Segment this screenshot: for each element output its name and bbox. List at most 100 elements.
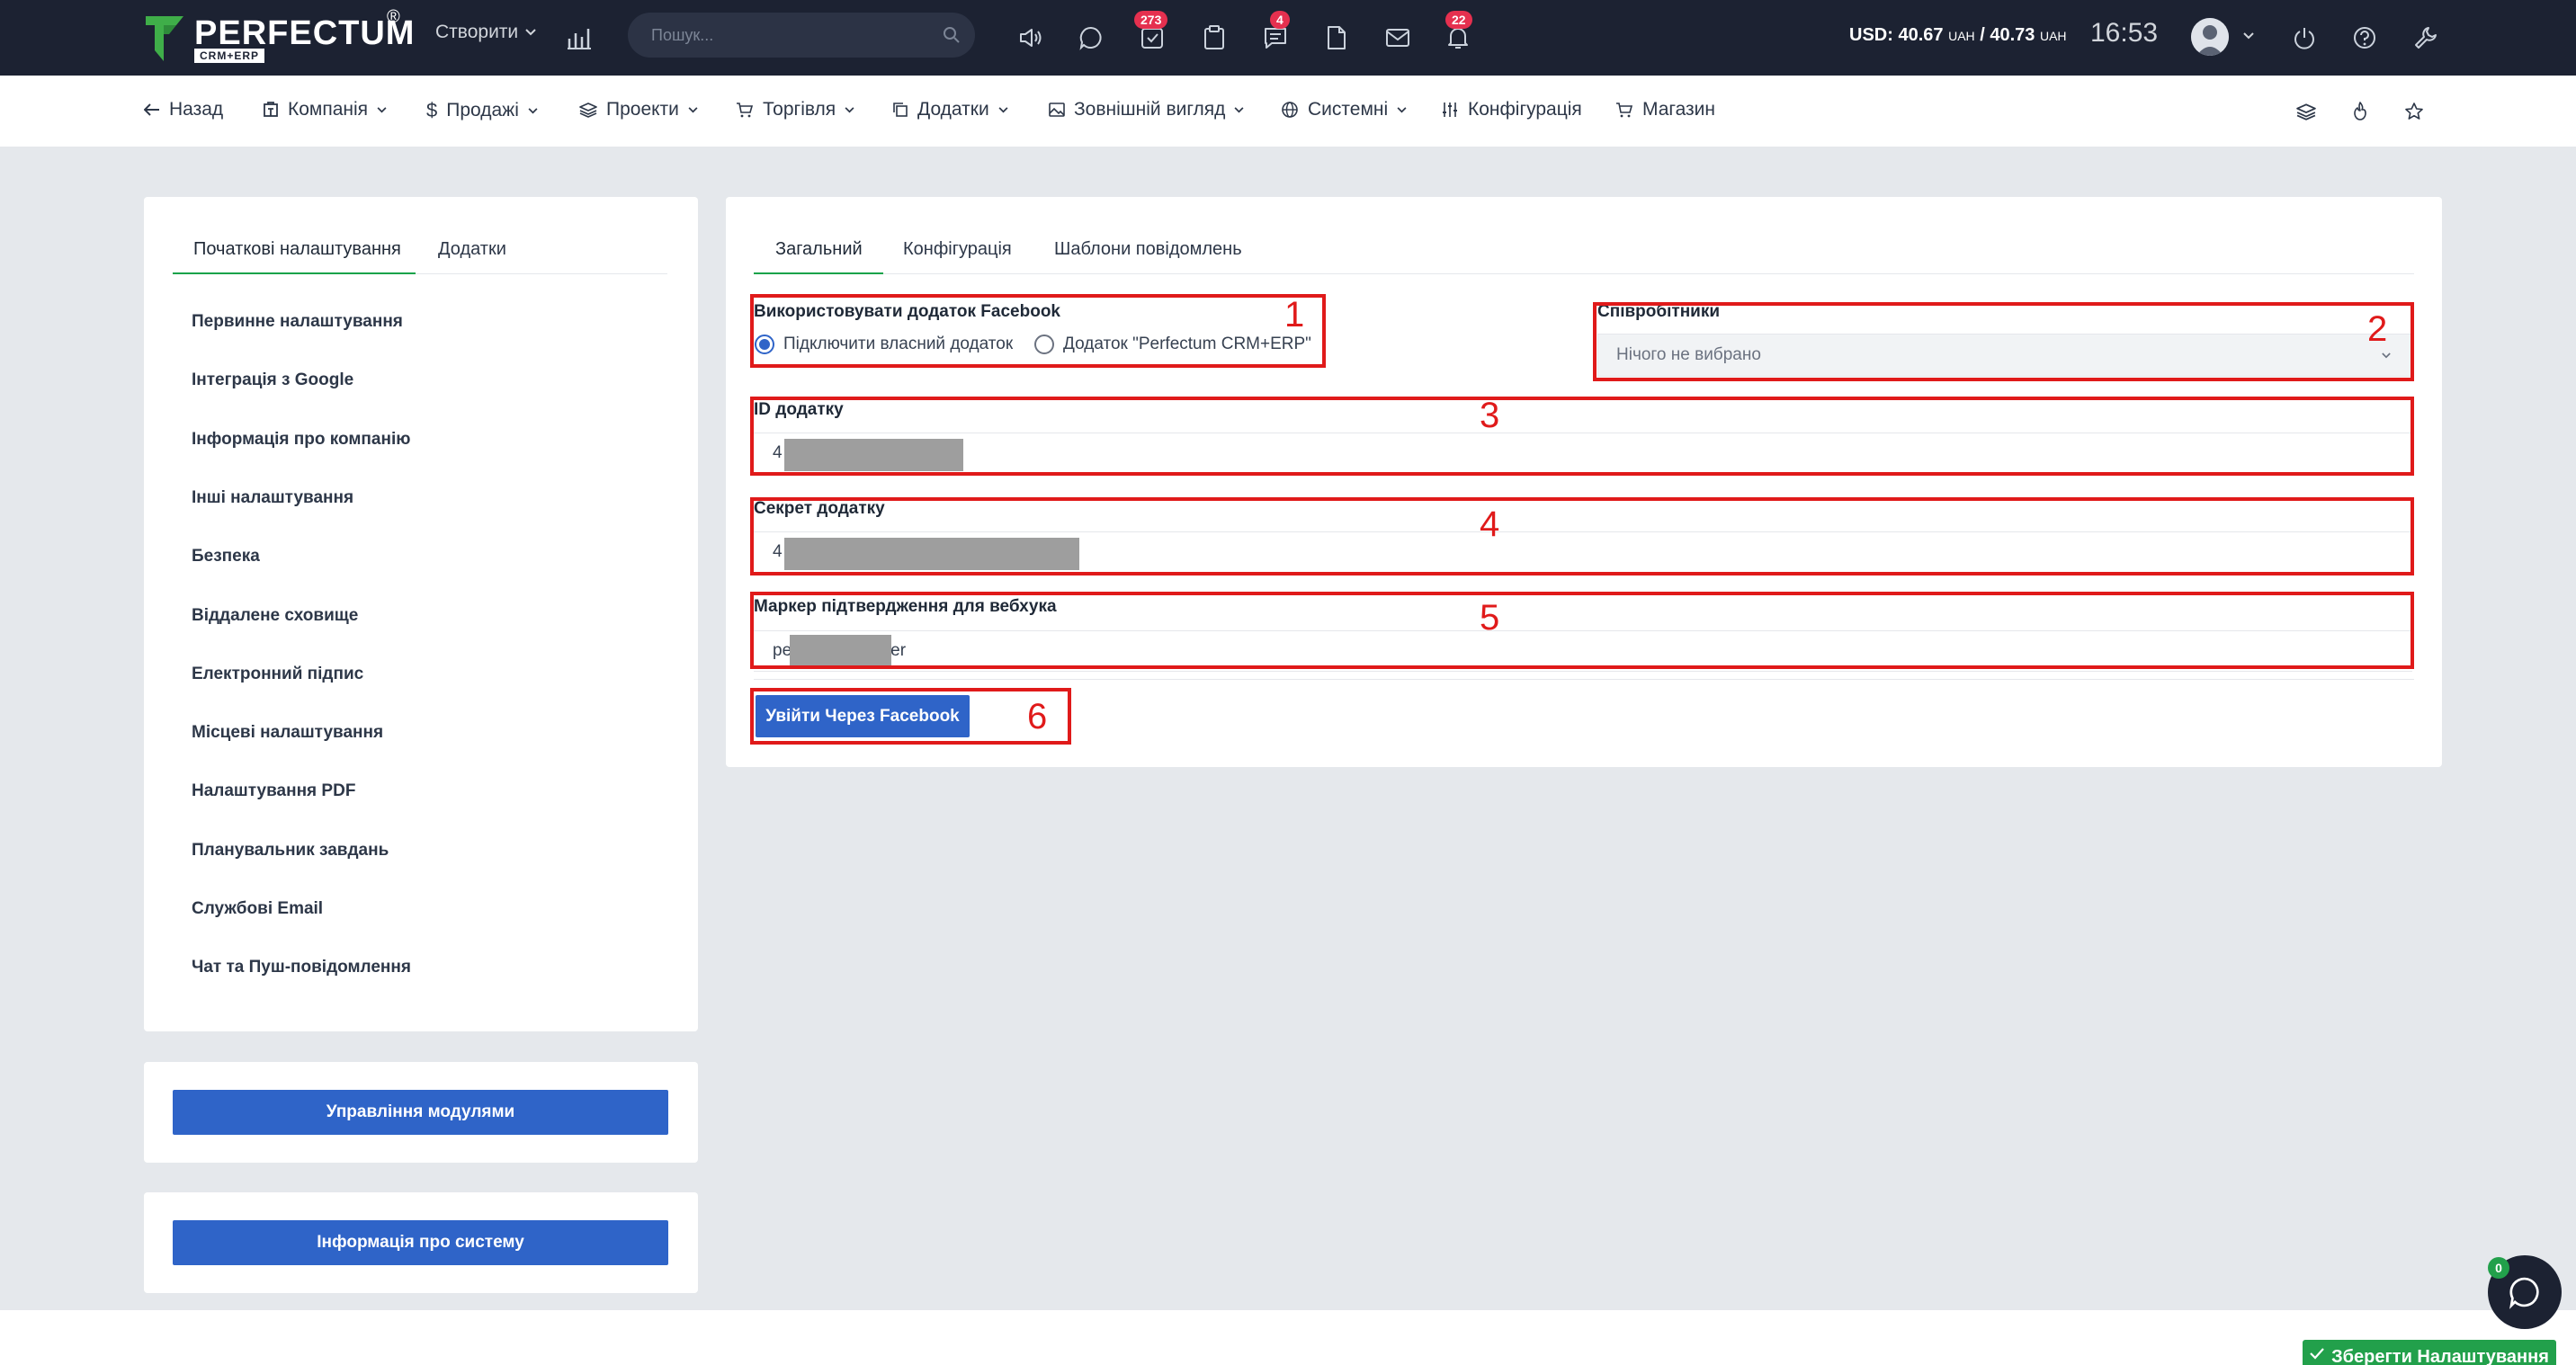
clipboard-icon[interactable] bbox=[1196, 20, 1232, 56]
chevron-down-icon bbox=[688, 106, 698, 112]
nav-system[interactable]: Системні bbox=[1281, 99, 1407, 120]
secondary-nav: Назад Компанія $ Продажі Проекти Торгівл… bbox=[0, 76, 2576, 147]
search-box[interactable] bbox=[628, 13, 975, 58]
avatar[interactable] bbox=[2191, 18, 2229, 56]
dollar-icon: $ bbox=[426, 99, 438, 121]
nav-config-label: Конфігурація bbox=[1468, 99, 1582, 120]
bottom-bar bbox=[0, 1309, 2576, 1365]
chat-icon[interactable] bbox=[1073, 20, 1109, 56]
tab-configuration[interactable]: Конфігурація bbox=[903, 239, 1012, 260]
sidebar-item-e-signature[interactable]: Електронний підпис bbox=[192, 665, 363, 684]
bell-icon[interactable]: 22 bbox=[1440, 11, 1476, 56]
check-icon bbox=[2310, 1348, 2324, 1360]
chat-badge: 0 bbox=[2488, 1257, 2509, 1279]
annotation-number-3: 3 bbox=[1480, 396, 1500, 435]
active-tab-indicator bbox=[754, 272, 883, 274]
sidebar-item-google[interactable]: Інтеграція з Google bbox=[192, 370, 353, 390]
nav-appearance[interactable]: Зовнішній вигляд bbox=[1049, 99, 1244, 120]
currency-unit: UAH bbox=[1948, 29, 1975, 43]
nav-config[interactable]: Конфігурація bbox=[1441, 99, 1582, 120]
form-divider bbox=[754, 679, 2414, 680]
annotation-box-1 bbox=[750, 294, 1326, 368]
sidebar-item-security[interactable]: Безпека bbox=[192, 547, 260, 567]
system-info-button[interactable]: Інформація про систему bbox=[173, 1220, 668, 1265]
sidebar-item-chat-push[interactable]: Чат та Пуш-повідомлення bbox=[192, 958, 411, 977]
help-icon[interactable] bbox=[2347, 20, 2383, 56]
nav-company-label: Компанія bbox=[288, 99, 369, 120]
tasks-icon[interactable]: 273 bbox=[1134, 11, 1170, 56]
tab-divider bbox=[754, 273, 2414, 274]
cart-icon bbox=[737, 103, 754, 118]
annotation-number-6: 6 bbox=[1027, 697, 1048, 736]
sidebar-item-initial-setup[interactable]: Первинне налаштування bbox=[192, 312, 403, 332]
layers-icon bbox=[579, 103, 597, 118]
nav-shop[interactable]: Магазин bbox=[1615, 99, 1715, 120]
nav-company[interactable]: Компанія bbox=[263, 99, 387, 120]
tab-addons[interactable]: Додатки bbox=[438, 239, 506, 260]
messages-icon[interactable]: 4 bbox=[1257, 11, 1293, 56]
tab-general[interactable]: Загальний bbox=[775, 239, 863, 260]
chevron-down-icon bbox=[377, 106, 387, 112]
active-tab-indicator bbox=[173, 272, 416, 274]
create-label: Створити bbox=[435, 22, 519, 42]
currency-sell: 40.73 bbox=[1990, 25, 2035, 45]
nav-appearance-label: Зовнішній вигляд bbox=[1074, 99, 1226, 120]
sidebar-item-email[interactable]: Службові Email bbox=[192, 899, 323, 919]
sidebar-item-pdf[interactable]: Налаштування PDF bbox=[192, 781, 355, 801]
annotation-number-5: 5 bbox=[1480, 598, 1500, 638]
sidebar-item-other[interactable]: Інші налаштування bbox=[192, 488, 353, 508]
shopping-cart-icon bbox=[1616, 103, 1633, 118]
tab-message-templates[interactable]: Шаблони повідомлень bbox=[1054, 239, 1242, 260]
mail-icon[interactable] bbox=[1380, 20, 1416, 56]
nav-sales[interactable]: $ Продажі bbox=[426, 99, 538, 122]
clock: 16:53 bbox=[2090, 18, 2159, 48]
chevron-down-icon bbox=[525, 29, 536, 36]
power-icon[interactable] bbox=[2286, 20, 2322, 56]
nav-back[interactable]: Назад bbox=[144, 99, 223, 120]
sidebar-item-company-info[interactable]: Інформація про компанію bbox=[192, 430, 410, 450]
sliders-icon bbox=[1443, 103, 1457, 117]
megaphone-icon[interactable] bbox=[1013, 20, 1049, 56]
file-icon[interactable] bbox=[1319, 20, 1355, 56]
manage-modules-button[interactable]: Управління модулями bbox=[173, 1090, 668, 1135]
logo[interactable]: PERFECTUM ® CRM+ERP bbox=[144, 7, 414, 67]
sidebar-item-locale[interactable]: Місцеві налаштування bbox=[192, 723, 383, 743]
layers-icon[interactable] bbox=[2292, 97, 2321, 126]
currency-label: USD: bbox=[1849, 25, 1893, 45]
nav-projects[interactable]: Проекти bbox=[579, 99, 698, 120]
fire-icon[interactable] bbox=[2346, 97, 2375, 126]
sidebar-item-remote-storage[interactable]: Віддалене сховище bbox=[192, 606, 358, 626]
sidebar-item-scheduler[interactable]: Планувальник завдань bbox=[192, 841, 389, 861]
image-icon bbox=[1049, 103, 1065, 117]
copy-icon bbox=[893, 103, 908, 117]
currency-rate: USD: 40.67 UAH / 40.73 UAH bbox=[1849, 25, 2067, 46]
wrench-icon[interactable] bbox=[2408, 20, 2444, 56]
search-input[interactable] bbox=[651, 13, 921, 58]
nav-sales-label: Продажі bbox=[446, 100, 519, 120]
star-icon[interactable] bbox=[2400, 97, 2428, 126]
nav-addons[interactable]: Додатки bbox=[892, 99, 1008, 120]
nav-back-label: Назад bbox=[169, 99, 224, 120]
building-icon bbox=[264, 102, 278, 117]
save-settings-button[interactable]: Зберегти Налаштування bbox=[2303, 1340, 2556, 1365]
notifications-badge: 22 bbox=[1445, 11, 1472, 29]
tasks-badge: 273 bbox=[1134, 11, 1168, 29]
arrow-left-icon bbox=[144, 103, 159, 116]
nav-addons-label: Додатки bbox=[917, 99, 989, 120]
currency-separator: / bbox=[1980, 25, 1985, 45]
globe-icon bbox=[1282, 102, 1298, 118]
logo-mark-icon bbox=[146, 16, 183, 61]
create-menu[interactable]: Створити bbox=[435, 22, 536, 43]
chevron-down-icon bbox=[1234, 106, 1244, 112]
chevron-down-icon[interactable] bbox=[2243, 32, 2254, 40]
nav-shop-label: Магазин bbox=[1642, 99, 1716, 120]
chart-icon[interactable] bbox=[561, 20, 597, 56]
chevron-down-icon bbox=[528, 107, 538, 113]
search-icon bbox=[944, 27, 960, 43]
messages-badge: 4 bbox=[1270, 11, 1290, 29]
chevron-down-icon bbox=[998, 106, 1008, 112]
tab-initial-settings[interactable]: Початкові налаштування bbox=[193, 239, 401, 260]
facebook-settings-card bbox=[726, 197, 2442, 767]
nav-trade[interactable]: Торгівля bbox=[736, 99, 854, 120]
annotation-box-2 bbox=[1593, 302, 2414, 381]
